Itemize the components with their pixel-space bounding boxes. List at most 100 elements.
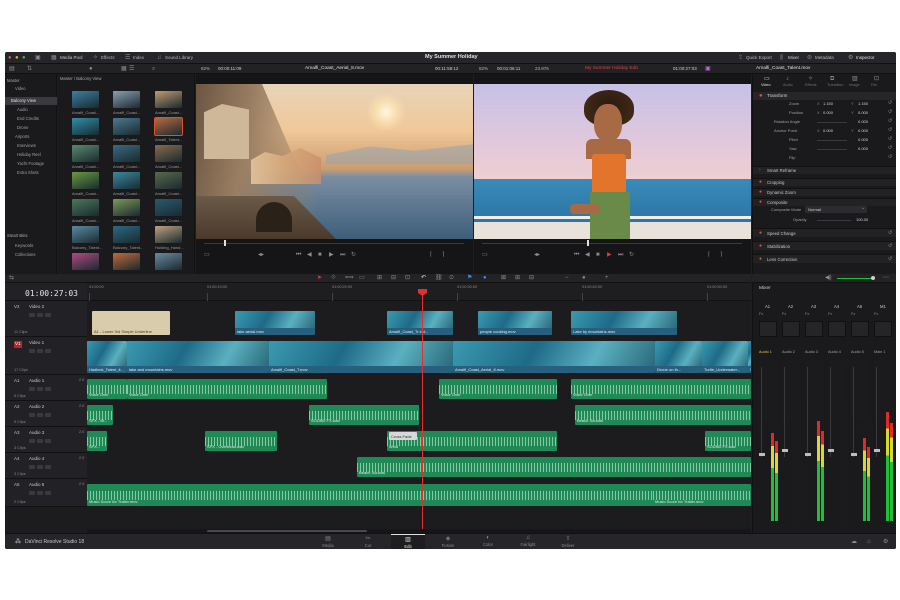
volume-slider[interactable] [837, 278, 872, 279]
y-value-field[interactable]: 1.150 [858, 102, 868, 106]
view-mode-icon[interactable]: ▤ [9, 66, 15, 72]
video-clip-v2[interactable]: lake aerial.mov [235, 311, 315, 335]
skip-back-icon[interactable]: ⏮ [296, 252, 301, 258]
linked-selection-icon[interactable]: ⛓ [435, 275, 443, 281]
fader-track[interactable] [807, 367, 808, 457]
audio-clip-a4[interactable]: Beach Sounds [357, 457, 751, 477]
timeline-mark-in-icon[interactable]: ⌈ [708, 252, 710, 258]
disable-track-button[interactable] [45, 465, 51, 469]
clip-thumbnail[interactable] [113, 118, 140, 135]
transform-section[interactable]: ● Transform [753, 92, 896, 100]
y-value-field[interactable]: 0.000 [858, 147, 868, 151]
skip-forward-icon[interactable]: ⏭ [340, 252, 345, 258]
sound-library-icon[interactable]: ♫ [157, 55, 162, 61]
bin-item[interactable]: Master [5, 77, 57, 85]
clip-thumbnail[interactable] [72, 253, 99, 270]
timeline-play-reverse-icon[interactable]: ◀ [585, 252, 590, 258]
video-clip-v1[interactable]: Hadleck_Talent_li... [87, 341, 127, 373]
inspector-tab-effects[interactable]: Effects [805, 83, 817, 88]
list-view-icon[interactable]: ☰ [129, 66, 134, 72]
maximize-icon[interactable]: ● [22, 55, 26, 61]
fader-track[interactable] [830, 367, 831, 457]
inspector-tab-file[interactable]: File [871, 83, 877, 88]
cross-fade-transition[interactable]: Cross Fade [389, 432, 417, 440]
insert-icon[interactable]: ⊞ [377, 275, 382, 281]
dynamic-trim-icon[interactable]: ⟺ [345, 275, 354, 281]
bin-item[interactable]: Interviews [5, 142, 57, 150]
timeline-stop-icon[interactable]: ■ [596, 252, 600, 258]
effects-button[interactable]: Effects [101, 55, 115, 61]
right-viewer-zoom[interactable]: 82% [479, 66, 488, 72]
volume-icon[interactable]: ◀) [825, 275, 832, 281]
timeline-play-icon[interactable]: ▶ [607, 252, 612, 258]
smart-bin-item[interactable]: Collections [15, 252, 35, 257]
index-icon[interactable]: ☰ [125, 55, 130, 61]
mixer-insert-slot[interactable] [828, 321, 846, 337]
trim-tool-icon[interactable]: ⟐ [331, 275, 336, 281]
clip-thumbnail[interactable] [155, 226, 182, 243]
reset-icon[interactable]: ↺ [888, 155, 892, 160]
timeline-viewer-options-icon[interactable]: ▭ [482, 252, 488, 258]
page-cut-button[interactable]: ✂ Cut [351, 534, 385, 549]
bin-item[interactable]: Yacht Footage [5, 160, 57, 168]
reset-icon[interactable]: ↺ [888, 244, 892, 249]
page-color-button[interactable]: ◐ Color [471, 534, 505, 549]
bin-item[interactable]: Audio [5, 106, 57, 114]
bin-item[interactable]: Video [5, 85, 57, 93]
inspector-section[interactable]: ● Composite [753, 198, 896, 206]
flag-icon[interactable]: ⚑ [467, 275, 472, 281]
reset-icon[interactable]: ↺ [888, 119, 892, 124]
timeline-viewer-playhead[interactable] [587, 240, 589, 246]
index-button[interactable]: Index [133, 55, 144, 61]
reset-icon[interactable]: ↺ [888, 101, 892, 106]
audio-clip-a1[interactable]: Voice Over [571, 379, 751, 399]
inspector-button[interactable]: Inspector [856, 55, 875, 61]
disable-track-button[interactable] [45, 313, 51, 317]
page-deliver-button[interactable]: ⇧ Deliver [551, 534, 585, 549]
track-id[interactable]: A4 [14, 456, 20, 462]
stop-icon[interactable]: ■ [318, 252, 322, 258]
zoom-slider-icon[interactable]: ● [582, 275, 586, 281]
mixer-options-icon[interactable]: ⋯ [883, 275, 889, 281]
mixer-insert-slot[interactable] [782, 321, 800, 337]
value-slider[interactable] [817, 140, 847, 141]
section-enable-icon[interactable]: ● [759, 180, 762, 185]
source-scrubber[interactable] [204, 243, 464, 244]
metadata-icon[interactable]: ⊜ [807, 55, 812, 61]
page-fusion-button[interactable]: ◈ Fusion [431, 534, 465, 549]
fader-handle[interactable] [828, 449, 834, 452]
auto-select-button[interactable] [37, 439, 43, 443]
home-icon[interactable]: ⌂ [867, 539, 871, 545]
audio-clip-a2[interactable]: Beach Sounds [575, 405, 751, 425]
lock-track-button[interactable] [29, 465, 35, 469]
auto-select-button[interactable] [37, 491, 43, 495]
fader-handle[interactable] [874, 449, 880, 452]
timeline-skip-back-icon[interactable]: ⏮ [574, 252, 579, 258]
mixer-insert-slot[interactable] [851, 321, 869, 337]
track-id[interactable]: A2 [14, 404, 20, 410]
value-slider[interactable] [817, 149, 847, 150]
y-value-field[interactable]: 0.000 [858, 111, 868, 115]
section-enable-icon[interactable]: ● [759, 200, 762, 205]
fader-track[interactable] [784, 367, 785, 457]
clip-thumbnail[interactable] [72, 199, 99, 216]
snapping-icon[interactable]: ↶ [421, 275, 426, 281]
reset-icon[interactable]: ↺ [888, 128, 892, 133]
zoom-fit-icon[interactable]: ⊠ [501, 275, 506, 281]
inspector-section[interactable]: ● Stabilization ↺ [753, 241, 896, 250]
lock-track-button[interactable] [29, 349, 35, 353]
audio-clip-a2[interactable]: SFX - Bi... [87, 405, 113, 425]
clip-thumbnail[interactable] [113, 226, 140, 243]
metadata-button[interactable]: Metadata [815, 55, 834, 61]
clip-thumbnail[interactable] [155, 253, 182, 270]
loop-icon[interactable]: ↻ [351, 252, 356, 258]
lock-track-button[interactable] [29, 313, 35, 317]
audio-clip-a1[interactable]: Voice Over [439, 379, 557, 399]
lock-track-button[interactable] [29, 413, 35, 417]
blade-tool-icon[interactable]: ▭ [359, 275, 365, 281]
fader-track[interactable] [761, 367, 762, 457]
audio-clip-a3[interactable]: SFX... [87, 431, 107, 451]
y-value-field[interactable]: 0.000 [858, 129, 868, 133]
page-media-button[interactable]: ▤ Media [311, 534, 345, 549]
reset-icon[interactable]: ↺ [888, 257, 892, 262]
